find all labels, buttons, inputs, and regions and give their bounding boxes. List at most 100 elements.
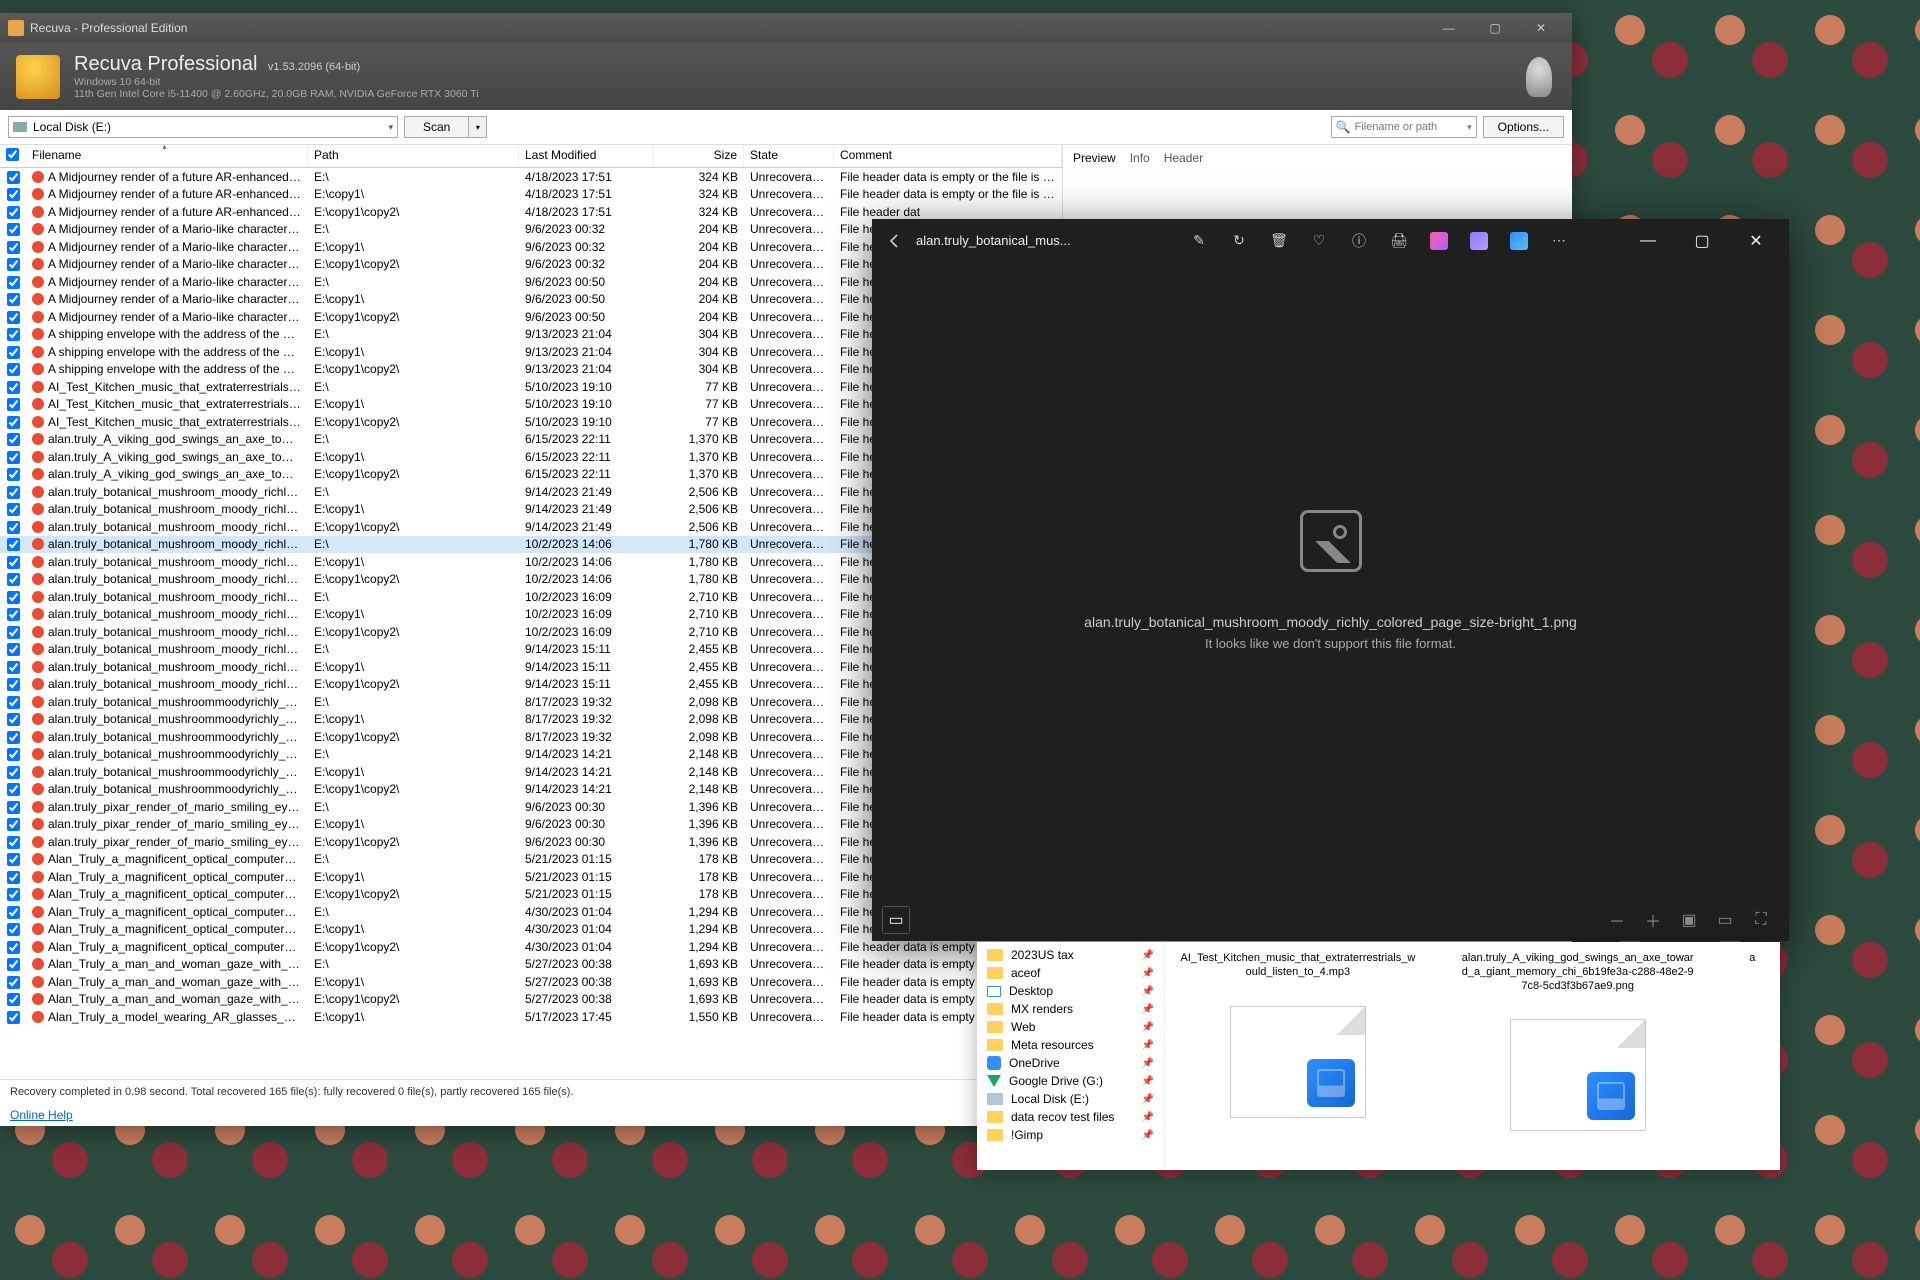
row-checkbox[interactable] — [7, 923, 20, 936]
delete-icon[interactable]: 🗑 — [1263, 227, 1295, 255]
row-checkbox[interactable] — [7, 818, 20, 831]
row-checkbox[interactable] — [7, 801, 20, 814]
filmstrip-button[interactable]: ▭ — [882, 906, 910, 934]
table-row[interactable]: A Midjourney render of a future AR-enhan… — [0, 186, 1062, 204]
close-button[interactable]: ✕ — [1518, 13, 1564, 43]
photos-titlebar[interactable]: alan.truly_botanical_mus... ✎ ↻ 🗑 ♡ ⓘ 🖨 … — [872, 219, 1789, 262]
scan-button[interactable]: Scan — [405, 117, 468, 137]
row-checkbox[interactable] — [7, 608, 20, 621]
fullscreen-icon[interactable]: ⛶ — [1743, 906, 1779, 934]
col-state[interactable]: State — [744, 145, 834, 167]
row-checkbox[interactable] — [7, 521, 20, 534]
filter-input[interactable]: 🔍 Filename or path ▾ — [1331, 116, 1477, 138]
row-checkbox[interactable] — [7, 346, 20, 359]
row-checkbox[interactable] — [7, 276, 20, 289]
row-checkbox[interactable] — [7, 713, 20, 726]
row-checkbox[interactable] — [7, 643, 20, 656]
row-checkbox[interactable] — [7, 906, 20, 919]
row-checkbox[interactable] — [7, 766, 20, 779]
row-checkbox[interactable] — [7, 591, 20, 604]
row-checkbox[interactable] — [7, 871, 20, 884]
nav-item[interactable]: OneDrive📌 — [977, 1054, 1164, 1072]
row-checkbox[interactable] — [7, 748, 20, 761]
scan-dropdown[interactable]: ▾ — [468, 117, 486, 137]
more-icon[interactable]: ⋯ — [1543, 227, 1575, 255]
row-checkbox[interactable] — [7, 678, 20, 691]
nav-item[interactable]: Web📌 — [977, 1018, 1164, 1036]
nav-item[interactable]: data recov test files📌 — [977, 1108, 1164, 1126]
row-checkbox[interactable] — [7, 573, 20, 586]
row-checkbox[interactable] — [7, 311, 20, 324]
row-checkbox[interactable] — [7, 993, 20, 1006]
table-row[interactable]: Alan_Truly_a_man_and_woman_gaze_with_won… — [0, 973, 1062, 991]
row-checkbox[interactable] — [7, 853, 20, 866]
row-checkbox[interactable] — [7, 223, 20, 236]
tab-header[interactable]: Header — [1164, 151, 1203, 167]
row-checkbox[interactable] — [7, 661, 20, 674]
minimize-button[interactable]: — — [1625, 219, 1671, 262]
row-checkbox[interactable] — [7, 258, 20, 271]
rotate-icon[interactable]: ↻ — [1223, 227, 1255, 255]
drive-select[interactable]: Local Disk (E:) ▾ — [8, 116, 398, 138]
row-checkbox[interactable] — [7, 328, 20, 341]
row-checkbox[interactable] — [7, 381, 20, 394]
col-size[interactable]: Size — [654, 145, 744, 167]
file-item[interactable]: alan.truly_A_viking_god_swings_an_axe_to… — [1459, 946, 1697, 1166]
minimize-button[interactable]: — — [1426, 13, 1472, 43]
row-checkbox[interactable] — [7, 696, 20, 709]
nav-item[interactable]: aceof📌 — [977, 964, 1164, 982]
row-checkbox[interactable] — [7, 398, 20, 411]
row-checkbox[interactable] — [7, 416, 20, 429]
designer-icon[interactable] — [1463, 227, 1495, 255]
row-checkbox[interactable] — [7, 976, 20, 989]
fit-icon[interactable]: ▣ — [1671, 906, 1707, 934]
row-checkbox[interactable] — [7, 731, 20, 744]
table-row[interactable]: Alan_Truly_a_man_and_woman_gaze_with_won… — [0, 991, 1062, 1009]
nav-item[interactable]: Google Drive (G:)📌 — [977, 1072, 1164, 1090]
col-last-modified[interactable]: Last Modified — [519, 145, 654, 167]
row-checkbox[interactable] — [7, 451, 20, 464]
options-button[interactable]: Options... — [1483, 116, 1564, 138]
row-checkbox[interactable] — [7, 888, 20, 901]
row-checkbox[interactable] — [7, 941, 20, 954]
table-header[interactable]: Filename Path Last Modified Size State C… — [0, 145, 1062, 168]
onedrive-icon[interactable] — [1503, 227, 1535, 255]
tab-preview[interactable]: Preview — [1073, 151, 1116, 167]
row-checkbox[interactable] — [7, 206, 20, 219]
row-checkbox[interactable] — [7, 958, 20, 971]
print-icon[interactable]: 🖨 — [1383, 227, 1415, 255]
table-row[interactable]: A Midjourney render of a future AR-enhan… — [0, 203, 1062, 221]
favorite-icon[interactable]: ♡ — [1303, 227, 1335, 255]
row-checkbox[interactable] — [7, 188, 20, 201]
tab-info[interactable]: Info — [1130, 151, 1150, 167]
nav-item[interactable]: MX renders📌 — [977, 1000, 1164, 1018]
row-checkbox[interactable] — [7, 468, 20, 481]
nav-item[interactable]: Desktop📌 — [977, 982, 1164, 1000]
titlebar[interactable]: Recuva - Professional Edition — ▢ ✕ — [0, 13, 1572, 43]
table-row[interactable]: A Midjourney render of a future AR-enhan… — [0, 168, 1062, 186]
info-icon[interactable]: ⓘ — [1343, 227, 1375, 255]
zoom-out-icon[interactable]: － — [1599, 906, 1635, 934]
clipchamp-icon[interactable] — [1423, 227, 1455, 255]
maximize-button[interactable]: ▢ — [1679, 219, 1725, 262]
nav-item[interactable]: Local Disk (E:)📌 — [977, 1090, 1164, 1108]
edit-icon[interactable]: ✎ — [1183, 227, 1215, 255]
close-button[interactable]: ✕ — [1733, 219, 1779, 262]
row-checkbox[interactable] — [7, 363, 20, 376]
back-button[interactable] — [882, 228, 908, 254]
maximize-button[interactable]: ▢ — [1472, 13, 1518, 43]
file-item[interactable]: a — [1739, 946, 1766, 1166]
row-checkbox[interactable] — [7, 486, 20, 499]
table-row[interactable]: Alan_Truly_a_model_wearing_AR_glasses_on… — [0, 1008, 1062, 1026]
row-checkbox[interactable] — [7, 1011, 20, 1024]
nav-item[interactable]: !Gimp📌 — [977, 1126, 1164, 1144]
col-path[interactable]: Path — [308, 145, 519, 167]
row-checkbox[interactable] — [7, 836, 20, 849]
table-row[interactable]: Alan_Truly_a_man_and_woman_gaze_with_won… — [0, 956, 1062, 974]
zoom-in-icon[interactable]: ＋ — [1635, 906, 1671, 934]
select-all-checkbox[interactable] — [6, 148, 19, 161]
col-filename[interactable]: Filename — [26, 145, 308, 167]
row-checkbox[interactable] — [7, 626, 20, 639]
row-checkbox[interactable] — [7, 293, 20, 306]
row-checkbox[interactable] — [7, 433, 20, 446]
